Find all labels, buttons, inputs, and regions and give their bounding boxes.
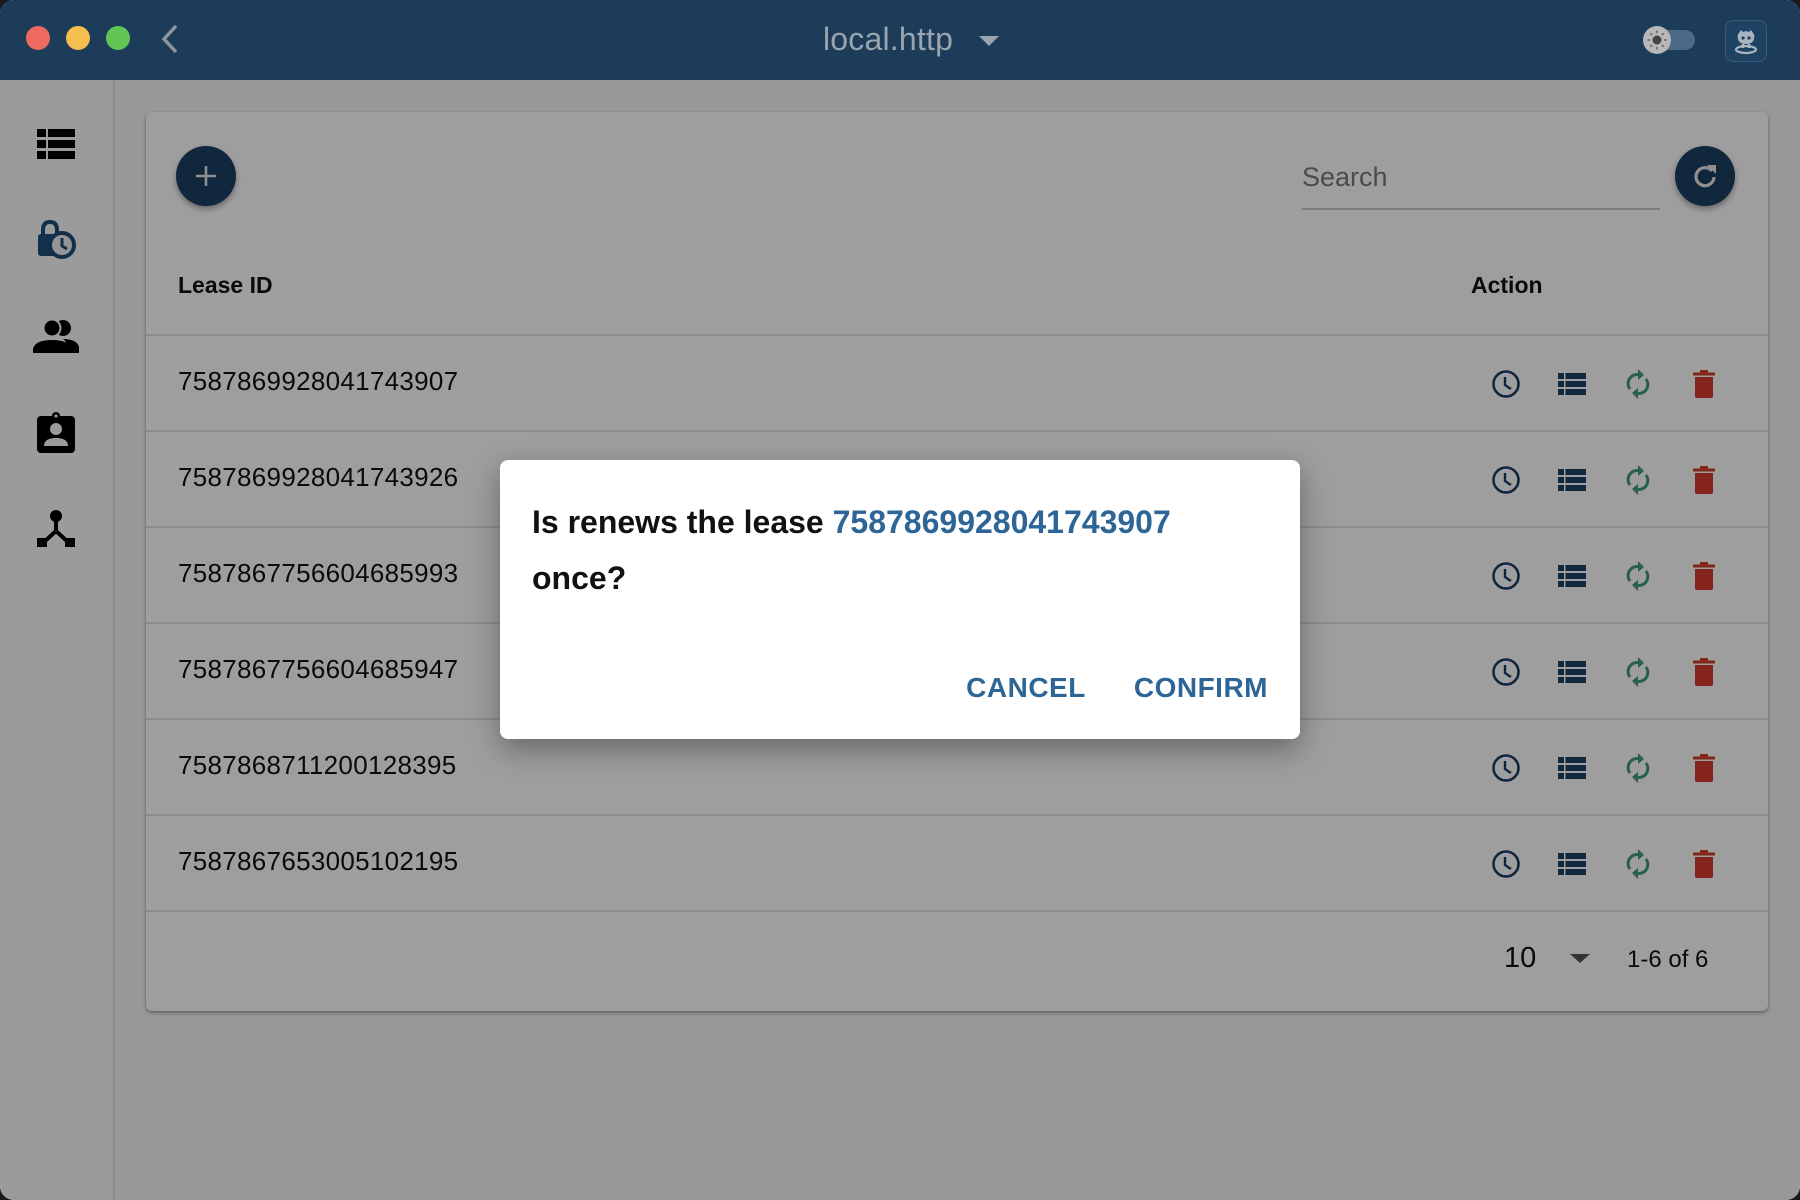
- dialog-message-prefix: Is renews the lease: [532, 504, 833, 540]
- title-bar: local.http: [0, 0, 1800, 80]
- maximize-window-button[interactable]: [106, 26, 130, 50]
- dialog-message: Is renews the lease 7587869928041743907 …: [532, 494, 1272, 606]
- cancel-button[interactable]: CANCEL: [966, 672, 1086, 704]
- connection-selector[interactable]: local.http: [823, 18, 1000, 60]
- theme-toggle[interactable]: [1643, 26, 1695, 54]
- dialog-lease-id: 7587869928041743907: [832, 504, 1171, 540]
- app-window: local.http Search Lease ID Action 758786…: [0, 0, 1800, 1200]
- renew-lease-dialog: Is renews the lease 7587869928041743907 …: [500, 460, 1300, 739]
- caret-down-icon: [979, 36, 1000, 46]
- github-button[interactable]: [1725, 20, 1767, 62]
- chevron-left-icon: [161, 24, 178, 54]
- back-button[interactable]: [156, 22, 186, 56]
- connection-title: local.http: [823, 20, 954, 57]
- minimize-window-button[interactable]: [66, 26, 90, 50]
- dialog-message-suffix: once?: [532, 560, 627, 596]
- dialog-actions: CANCEL CONFIRM: [966, 672, 1268, 704]
- confirm-button[interactable]: CONFIRM: [1134, 672, 1268, 704]
- toggle-knob: [1643, 26, 1671, 54]
- sun-icon: [1647, 30, 1667, 50]
- github-octocat-icon: [1734, 30, 1758, 55]
- close-window-button[interactable]: [26, 26, 50, 50]
